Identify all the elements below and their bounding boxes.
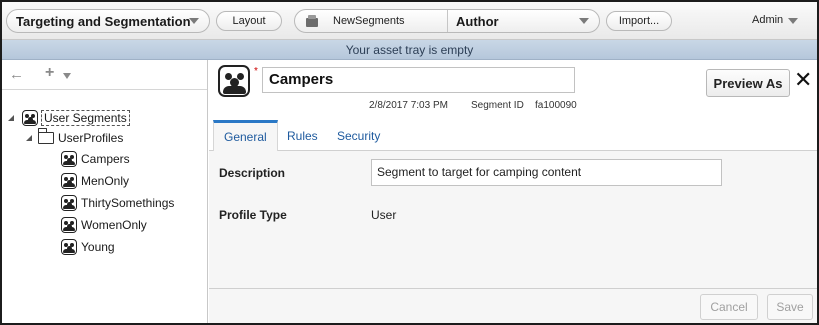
asset-tray-message: Your asset tray is empty: [345, 43, 474, 57]
chevron-down-icon: [189, 18, 199, 24]
preview-as-label: Preview As: [713, 75, 783, 91]
segment-name-input[interactable]: Campers: [262, 67, 575, 93]
chevron-down-icon[interactable]: [788, 18, 798, 24]
import-button[interactable]: Import...: [606, 11, 672, 31]
save-label: Save: [776, 300, 804, 314]
tree-folder-label[interactable]: UserProfiles: [58, 131, 123, 145]
segment-id-value: fa100090: [535, 100, 577, 111]
import-label: Import...: [618, 15, 660, 27]
tree-toolbar: ← +: [2, 60, 207, 90]
preview-as-button[interactable]: Preview As: [706, 69, 790, 97]
segment-date: 2/8/2017 7:03 PM: [369, 100, 448, 111]
tree-item-thirtysomethings[interactable]: ThirtySomethings: [61, 193, 174, 213]
role-select[interactable]: Author: [456, 14, 499, 29]
segment-group-icon: [61, 151, 77, 167]
description-input[interactable]: Segment to target for camping content: [371, 159, 722, 186]
segment-group-icon: [61, 195, 77, 211]
app-selector[interactable]: Targeting and Segmentation: [6, 9, 210, 33]
tree-item-womenonly[interactable]: WomenOnly: [61, 215, 147, 235]
asset-tray: Your asset tray is empty: [2, 40, 817, 60]
tree-folder-userprofiles[interactable]: UserProfiles: [26, 128, 123, 148]
divider: [447, 10, 448, 32]
top-toolbar: Targeting and Segmentation Layout NewSeg…: [2, 2, 817, 40]
asset-group-role-selector[interactable]: NewSegments Author: [294, 9, 600, 33]
tree-item-young[interactable]: Young: [61, 237, 115, 257]
tree-item-label[interactable]: WomenOnly: [81, 218, 147, 232]
layout-button[interactable]: Layout: [216, 11, 282, 31]
asset-group-name[interactable]: NewSegments: [333, 15, 405, 27]
tree-item-label[interactable]: Campers: [81, 152, 130, 166]
app-window: Targeting and Segmentation Layout NewSeg…: [0, 0, 819, 325]
segment-group-icon: [61, 239, 77, 255]
user-menu[interactable]: Admin: [752, 14, 783, 26]
tree-item-label[interactable]: MenOnly: [81, 174, 129, 188]
chevron-down-icon: [579, 18, 589, 24]
tree-item-campers[interactable]: Campers: [61, 149, 130, 169]
segment-id-label: Segment ID: [471, 100, 524, 111]
expand-triangle-icon[interactable]: [8, 115, 14, 121]
segment-group-icon: [22, 110, 38, 126]
segment-group-icon: [218, 65, 250, 97]
tab-security[interactable]: Security: [327, 120, 390, 151]
plus-icon[interactable]: +: [45, 64, 54, 82]
general-form: Description Segment to target for campin…: [209, 151, 817, 288]
description-label: Description: [219, 166, 286, 180]
profile-type-value: User: [371, 208, 397, 222]
close-icon[interactable]: ✕: [794, 68, 812, 92]
tab-bar: General Rules Security: [209, 120, 817, 152]
editor-footer: Cancel Save: [209, 288, 817, 323]
expand-triangle-icon[interactable]: [26, 135, 32, 141]
segment-group-icon: [61, 173, 77, 189]
cancel-button[interactable]: Cancel: [700, 294, 758, 320]
tab-rules[interactable]: Rules: [277, 120, 328, 151]
chevron-down-icon[interactable]: [63, 73, 71, 79]
cancel-label: Cancel: [710, 300, 748, 314]
segment-tree-panel: ← + User Segments UserProfiles Campers M…: [2, 60, 208, 323]
required-marker: *: [254, 66, 258, 77]
tab-general[interactable]: General: [213, 120, 278, 152]
tree-root-label[interactable]: User Segments: [41, 110, 130, 126]
app-name: Targeting and Segmentation: [16, 13, 191, 29]
tree-item-menonly[interactable]: MenOnly: [61, 171, 129, 191]
folder-icon: [37, 128, 54, 144]
save-button[interactable]: Save: [767, 294, 813, 320]
tree-item-label[interactable]: Young: [81, 240, 115, 254]
back-arrow-icon[interactable]: ←: [9, 66, 24, 83]
box-icon: [305, 15, 319, 27]
tree-root-user-segments[interactable]: User Segments: [8, 108, 130, 128]
tree-item-label[interactable]: ThirtySomethings: [81, 196, 174, 210]
segment-editor: * Campers 2/8/2017 7:03 PM Segment ID fa…: [209, 60, 817, 323]
profile-type-label: Profile Type: [219, 208, 287, 222]
segment-group-icon: [61, 217, 77, 233]
layout-label: Layout: [232, 15, 266, 27]
